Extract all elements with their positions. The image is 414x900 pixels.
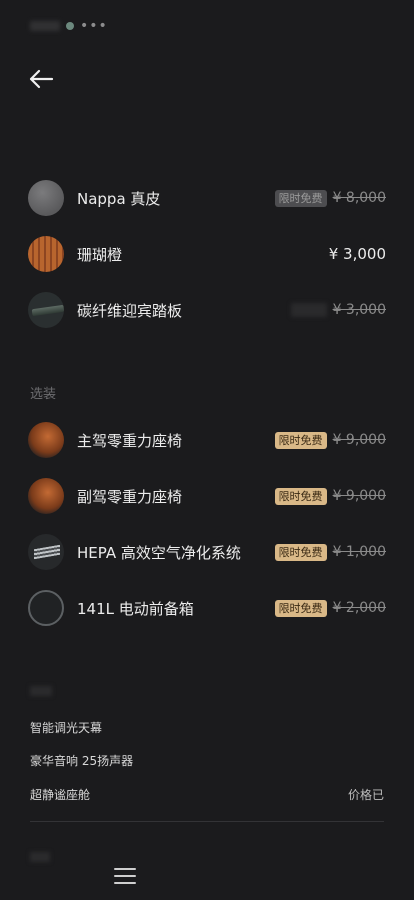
free-badge: 限时免费 bbox=[274, 189, 327, 207]
original-price: ¥ 9,000 bbox=[332, 432, 386, 448]
arrow-left-icon bbox=[29, 69, 54, 89]
standard-item-label: 豪华音响 25扬声器 bbox=[30, 754, 134, 768]
option-row-front-trunk[interactable]: 141L 电动前备箱 限时免费 ¥ 2,000 bbox=[28, 590, 386, 626]
option-row-carbon[interactable]: 碳纤维迎宾踏板 ¥ 3,000 bbox=[28, 292, 386, 328]
free-badge: 限时免费 bbox=[274, 431, 327, 449]
standard-item: 超静谧座舱 价格已 bbox=[30, 786, 384, 803]
price-box: 限时免费 ¥ 8,000 bbox=[274, 189, 386, 207]
standard-item-label: 超静谧座舱 bbox=[30, 788, 91, 802]
option-name: 主驾零重力座椅 bbox=[77, 431, 183, 450]
option-name: 碳纤维迎宾踏板 bbox=[77, 301, 183, 320]
status-time-blur bbox=[30, 21, 60, 31]
option-row-coral[interactable]: 珊瑚橙 ¥ 3,000 bbox=[28, 236, 386, 272]
option-name: 珊瑚橙 bbox=[77, 245, 123, 264]
free-badge: 限时免费 bbox=[274, 543, 327, 561]
standard-item: 智能调光天幕 bbox=[30, 719, 384, 736]
status-bar: ••• bbox=[30, 16, 108, 36]
coral-orange-thumbnail bbox=[28, 236, 64, 272]
standard-item: 豪华音响 25扬声器 bbox=[30, 752, 384, 769]
blurred-badge bbox=[290, 303, 327, 317]
menu-icon-bar bbox=[114, 868, 136, 870]
price-box: 限时免费 ¥ 9,000 bbox=[274, 487, 386, 505]
free-badge: 限时免费 bbox=[274, 599, 327, 617]
back-button[interactable] bbox=[24, 62, 58, 96]
option-name: 141L 电动前备箱 bbox=[77, 599, 194, 618]
divider bbox=[30, 821, 384, 822]
menu-button[interactable] bbox=[114, 866, 136, 886]
free-badge: 限时免费 bbox=[274, 487, 327, 505]
front-trunk-thumbnail bbox=[28, 590, 64, 626]
original-price: ¥ 9,000 bbox=[332, 488, 386, 504]
driver-seat-thumbnail bbox=[28, 422, 64, 458]
faint-section-label bbox=[30, 852, 50, 862]
option-name: Nappa 真皮 bbox=[77, 189, 161, 208]
price-box: 限时免费 ¥ 9,000 bbox=[274, 431, 386, 449]
price-box: 限时免费 ¥ 1,000 bbox=[274, 543, 386, 561]
price-box: ¥ 3,000 bbox=[290, 302, 386, 318]
carbon-sill-thumbnail bbox=[28, 292, 64, 328]
nappa-leather-thumbnail bbox=[28, 180, 64, 216]
option-name: 副驾零重力座椅 bbox=[77, 487, 183, 506]
status-app-icon bbox=[66, 22, 74, 30]
section-label-standard-blurred bbox=[30, 686, 52, 696]
section-label-optional: 选装 bbox=[30, 387, 57, 402]
original-price: ¥ 3,000 bbox=[332, 302, 386, 318]
option-row-nappa[interactable]: Nappa 真皮 限时免费 ¥ 8,000 bbox=[28, 180, 386, 216]
option-price: ¥ 3,000 bbox=[328, 245, 386, 263]
status-dots: ••• bbox=[80, 18, 108, 34]
option-name: HEPA 高效空气净化系统 bbox=[77, 543, 241, 562]
option-row-passenger-seat[interactable]: 副驾零重力座椅 限时免费 ¥ 9,000 bbox=[28, 478, 386, 514]
price-box: ¥ 3,000 bbox=[329, 245, 386, 263]
menu-icon-bar bbox=[114, 875, 136, 877]
original-price: ¥ 8,000 bbox=[332, 190, 386, 206]
original-price: ¥ 2,000 bbox=[332, 600, 386, 616]
price-box: 限时免费 ¥ 2,000 bbox=[274, 599, 386, 617]
original-price: ¥ 1,000 bbox=[332, 544, 386, 560]
standard-item-label: 智能调光天幕 bbox=[30, 721, 103, 735]
option-row-hepa[interactable]: HEPA 高效空气净化系统 限时免费 ¥ 1,000 bbox=[28, 534, 386, 570]
menu-icon-bar bbox=[114, 882, 136, 884]
passenger-seat-thumbnail bbox=[28, 478, 64, 514]
option-row-driver-seat[interactable]: 主驾零重力座椅 限时免费 ¥ 9,000 bbox=[28, 422, 386, 458]
hepa-filter-thumbnail bbox=[28, 534, 64, 570]
price-included-text: 价格已 bbox=[347, 788, 384, 802]
